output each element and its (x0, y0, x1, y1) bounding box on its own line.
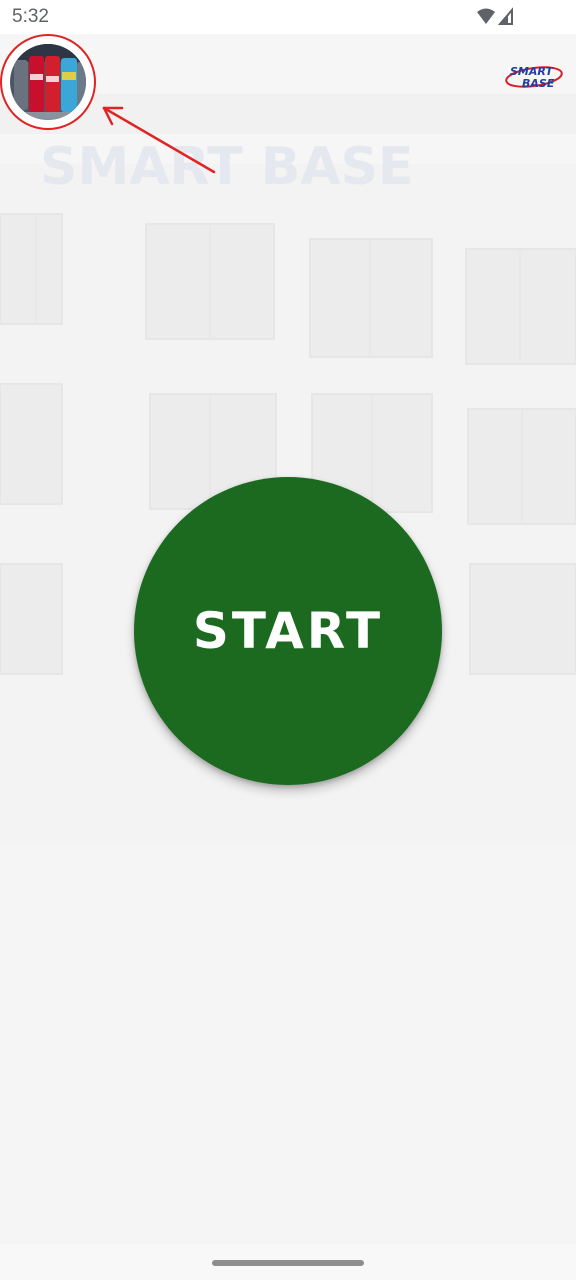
product-thumbnail-button[interactable] (0, 34, 98, 130)
start-button-label: START (192, 602, 384, 660)
wifi-icon (477, 8, 495, 24)
status-time: 5:32 (12, 6, 49, 27)
navigation-handle[interactable] (212, 1260, 364, 1266)
app-screen: 5:32 SMART BASE SMART BASE START (0, 0, 576, 1280)
status-bar: 5:32 (0, 0, 576, 34)
cellular-signal-icon (497, 7, 513, 25)
annotation-arrow-icon (102, 106, 216, 174)
start-button[interactable]: START (134, 477, 442, 785)
smart-base-logo: SMART BASE (505, 65, 563, 90)
logo-text-bottom: BASE (522, 77, 555, 90)
status-icons (477, 7, 513, 25)
